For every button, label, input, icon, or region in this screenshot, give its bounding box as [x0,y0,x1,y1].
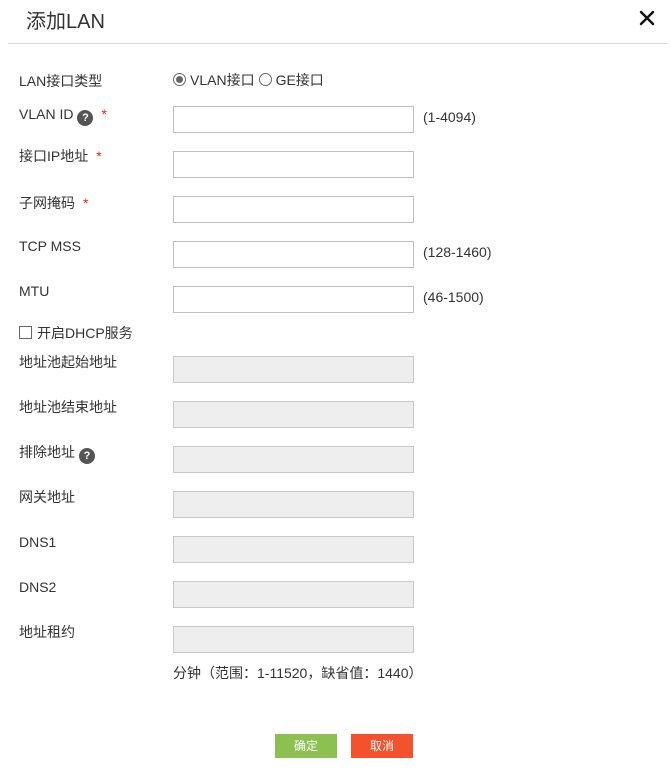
lan-type-radio-group: VLAN接口 GE接口 [173,71,328,89]
radio-vlan-interface[interactable] [173,73,186,86]
mtu-hint: (46-1500) [423,289,484,305]
lease-note: 分钟（范围：1-11520，缺省值：1440） [173,665,423,681]
dns2-label: DNS2 [19,579,57,595]
confirm-button[interactable]: 确定 [275,734,337,758]
required-mark: * [83,195,89,211]
gateway-label: 网关地址 [19,489,75,505]
title-divider [8,43,668,44]
lan-type-label: LAN接口类型 [19,73,103,89]
dhcp-checkbox-label[interactable]: 开启DHCP服务 [37,325,133,341]
radio-ge-interface[interactable] [258,73,272,86]
cancel-button[interactable]: 取消 [351,734,413,758]
lease-label: 地址租约 [19,624,75,640]
pool-end-input [173,401,414,428]
interface-ip-label-row: 接口IP地址 * [19,147,102,165]
vlan-id-label: VLAN ID [19,106,74,122]
subnet-mask-input[interactable] [173,196,414,223]
pool-start-label: 地址池起始地址 [19,354,117,370]
dns2-input [173,581,414,608]
subnet-mask-label: 子网掩码 [19,195,75,211]
radio-vlan-interface-label[interactable]: VLAN接口 [190,72,255,88]
exclude-label-row: 排除地址? [19,443,95,464]
tcp-mss-input[interactable] [173,241,414,268]
mtu-input[interactable] [173,286,414,313]
mtu-label: MTU [19,283,50,299]
vlan-id-input[interactable] [173,106,414,133]
dialog-title: 添加LAN [26,11,105,33]
radio-ge-interface-label[interactable]: GE接口 [276,72,324,88]
dns1-label: DNS1 [19,534,57,550]
dhcp-checkbox-row[interactable]: 开启DHCP服务 [19,324,133,342]
question-icon[interactable]: ? [79,448,95,464]
tcp-mss-label: TCP MSS [19,238,81,254]
pool-end-label: 地址池结束地址 [19,399,117,415]
interface-ip-input[interactable] [173,151,414,178]
add-lan-dialog: 添加LAN LAN接口类型 VLAN接口 GE接口 VLAN ID? * (1-40… [0,0,671,778]
tcp-mss-hint: (128-1460) [423,244,492,260]
pool-start-input [173,356,414,383]
question-icon[interactable]: ? [77,110,94,126]
gateway-input [173,491,414,518]
vlan-id-label-row: VLAN ID? * [19,105,107,126]
exclude-input [173,446,414,473]
interface-ip-label: 接口IP地址 [19,148,89,164]
close-icon[interactable] [637,8,657,28]
exclude-label: 排除地址 [19,444,75,460]
subnet-mask-label-row: 子网掩码 * [19,194,88,212]
required-mark: * [96,148,102,164]
required-mark: * [101,106,107,122]
vlan-id-hint: (1-4094) [423,109,476,125]
dns1-input [173,536,414,563]
dhcp-checkbox[interactable] [19,326,32,339]
lease-input [173,626,414,653]
